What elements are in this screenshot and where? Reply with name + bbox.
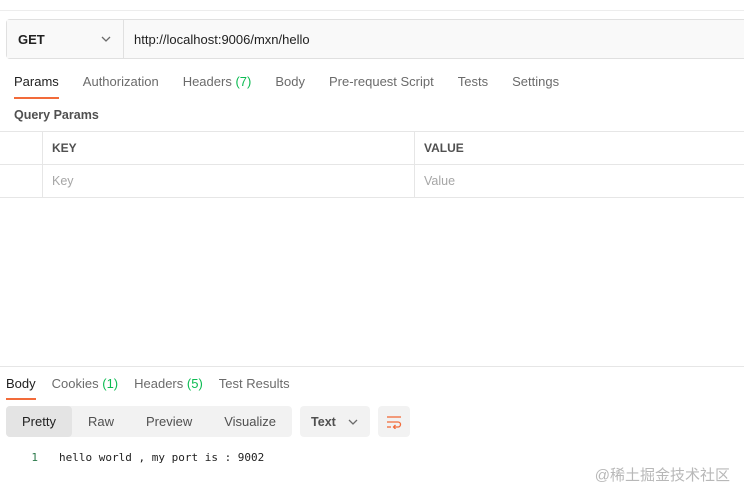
tab-headers[interactable]: Headers (7) [183, 74, 252, 99]
key-column-header: KEY [43, 132, 415, 164]
watermark: @稀土掘金技术社区 [594, 467, 730, 484]
table-row: Key Value [0, 164, 744, 198]
query-params-table: KEY VALUE Key Value [0, 131, 744, 198]
response-divider[interactable] [0, 366, 744, 367]
response-body-text: hello world , my port is : 9002 [59, 451, 265, 464]
tab-pre-request-script[interactable]: Pre-request Script [329, 74, 434, 99]
response-headers-count: (5) [186, 376, 203, 391]
response-tab-headers[interactable]: Headers (5) [134, 376, 203, 400]
tab-tests[interactable]: Tests [458, 74, 488, 99]
tab-settings[interactable]: Settings [512, 74, 559, 99]
tab-authorization[interactable]: Authorization [83, 74, 159, 99]
wrap-lines-icon [387, 415, 402, 429]
mode-pretty-button[interactable]: Pretty [6, 406, 72, 437]
cookies-count: (1) [102, 376, 119, 391]
key-input[interactable]: Key [43, 165, 415, 197]
response-tabs: Body Cookies (1) Headers (5) Test Result… [6, 376, 306, 400]
value-input[interactable]: Value [415, 165, 744, 197]
top-divider [0, 10, 744, 11]
response-tab-body[interactable]: Body [6, 376, 36, 400]
request-bar: GET http://localhost:9006/mxn/hello [6, 19, 744, 59]
mode-visualize-button[interactable]: Visualize [208, 406, 292, 437]
format-label: Text [311, 414, 336, 429]
chevron-down-icon [348, 419, 358, 425]
tab-body[interactable]: Body [275, 74, 305, 99]
response-body-editor[interactable]: 1 hello world , my port is : 9002 [0, 451, 264, 464]
value-column-header: VALUE [424, 141, 464, 155]
request-tabs: Params Authorization Headers (7) Body Pr… [14, 74, 583, 99]
wrap-lines-button[interactable] [378, 406, 411, 437]
chevron-down-icon [101, 36, 111, 42]
row-checkbox-cell [0, 165, 43, 197]
table-header-row: KEY VALUE [0, 131, 744, 164]
url-text: http://localhost:9006/mxn/hello [134, 31, 310, 47]
checkbox-column-header [0, 132, 43, 164]
method-label: GET [18, 31, 45, 47]
query-params-title: Query Params [14, 108, 99, 122]
response-view-bar: Pretty Raw Preview Visualize Text [6, 406, 411, 437]
mode-preview-button[interactable]: Preview [130, 406, 208, 437]
method-select[interactable]: GET [7, 20, 124, 58]
headers-count: (7) [235, 74, 252, 89]
url-input[interactable]: http://localhost:9006/mxn/hello [124, 20, 744, 58]
mode-raw-button[interactable]: Raw [72, 406, 130, 437]
line-number: 1 [31, 451, 38, 464]
format-select[interactable]: Text [300, 406, 371, 437]
tab-params[interactable]: Params [14, 74, 59, 99]
response-tab-test-results[interactable]: Test Results [219, 376, 290, 400]
view-mode-segmented: Pretty Raw Preview Visualize [6, 406, 293, 437]
response-tab-cookies[interactable]: Cookies (1) [52, 376, 118, 400]
